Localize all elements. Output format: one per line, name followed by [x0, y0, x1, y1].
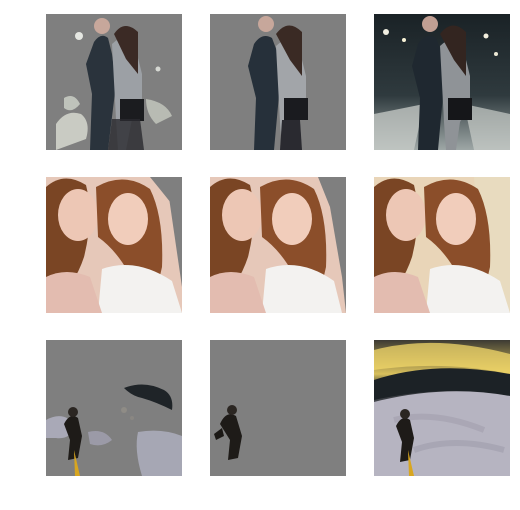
- panel-women-mask-refined: [210, 177, 346, 313]
- panel-hiker-mask-refined: [210, 340, 346, 476]
- panel-couple-mask-refined: [210, 14, 346, 150]
- panel-hiker-mask-partial: [46, 340, 182, 476]
- image-grid: [0, 0, 520, 510]
- panel-couple-original: [374, 14, 510, 150]
- panel-women-original: [374, 177, 510, 313]
- panel-couple-mask-partial: [46, 14, 182, 150]
- panel-hiker-original: [374, 340, 510, 476]
- panel-women-mask-partial: [46, 177, 182, 313]
